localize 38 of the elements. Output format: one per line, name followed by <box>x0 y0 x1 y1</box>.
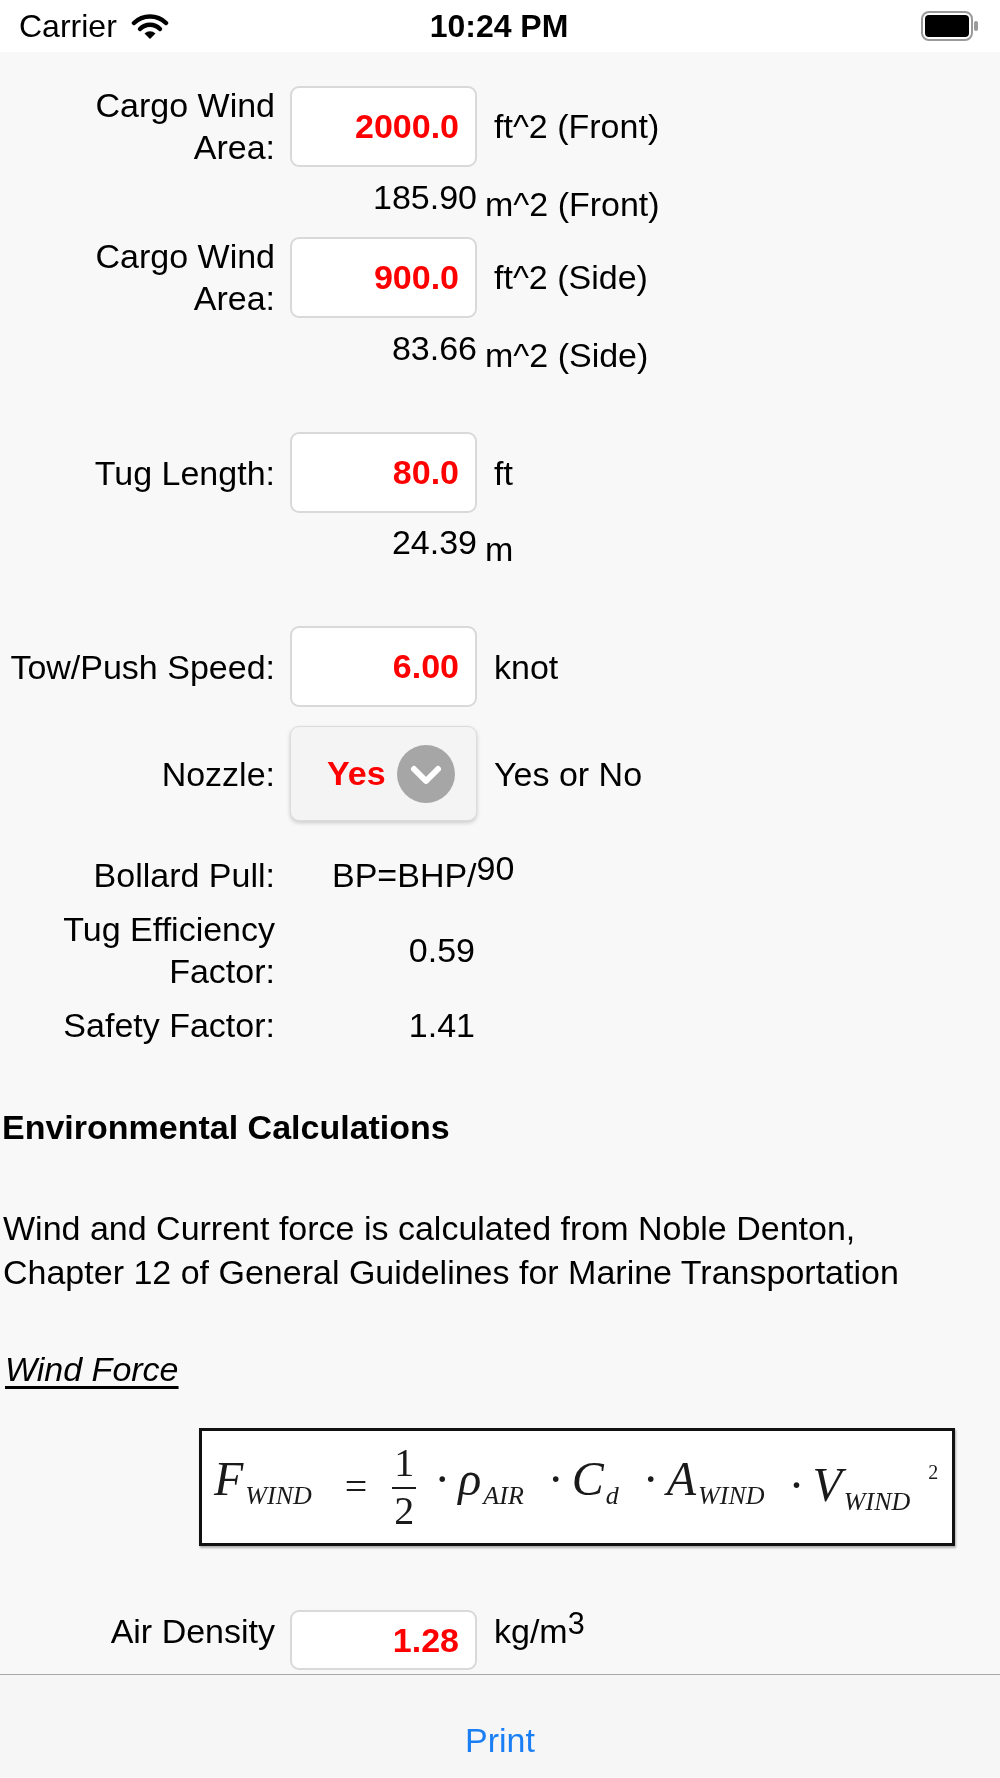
converted-value: 185.90 <box>372 177 477 218</box>
field-label: Tug Efficiency Factor: <box>62 909 275 992</box>
unit-label: m^2 (Front) <box>485 184 660 225</box>
unit-label: m <box>485 529 514 570</box>
subsection-title: Wind Force <box>5 1349 179 1390</box>
dropdown-select[interactable]: Yes <box>290 726 477 821</box>
field-label: Bollard Pull: <box>93 855 275 896</box>
unit-label: ft <box>494 452 513 494</box>
print-button[interactable]: Print <box>457 1719 543 1761</box>
factor-value: 1.41 <box>407 1005 476 1046</box>
unit-label: knot <box>494 646 559 688</box>
section-heading: Environmental Calculations <box>1 1107 451 1148</box>
number-input-field[interactable]: 6.00 <box>290 626 477 707</box>
clock-time: 10:24 PM <box>429 7 569 45</box>
converted-value: 24.39 <box>390 522 477 563</box>
option-hint: Yes or No <box>494 753 643 795</box>
converted-value: 83.66 <box>390 328 477 369</box>
number-input-field[interactable]: 900.0 <box>290 236 477 318</box>
factor-value: 0.59 <box>407 930 476 971</box>
field-label: Air Density <box>110 1611 275 1652</box>
description-text: Wind and Current force is calculated from Noble Denton, Chapter 12 of General Guidelines for Marine Transportation <box>2 1208 900 1293</box>
field-label: Nozzle: <box>161 753 275 795</box>
unit-label: kg/m$^{3}$ <box>494 1610 585 1652</box>
carrier-name: Carrier <box>19 7 117 45</box>
number-input-field[interactable]: 80.0 <box>290 432 477 513</box>
chevron-down-icon <box>396 744 455 803</box>
unit-label: ft^2 (Side) <box>494 257 648 298</box>
field-label: Cargo Wind Area: <box>94 85 275 168</box>
unit-label: m^2 (Side) <box>485 335 649 376</box>
field-label: Tug Length: <box>94 452 275 494</box>
field-label: Cargo Wind Area: <box>94 236 275 319</box>
field-label: Tow/Push Speed: <box>10 646 275 688</box>
wifi-icon <box>130 12 169 40</box>
unit-label: ft^2 (Front) <box>494 106 660 147</box>
battery-icon <box>921 11 979 41</box>
number-input-field[interactable]: 1.28 <box>290 1610 477 1670</box>
number-input-field[interactable]: 2000.0 <box>290 85 477 167</box>
field-label: Safety Factor: <box>63 1005 275 1046</box>
